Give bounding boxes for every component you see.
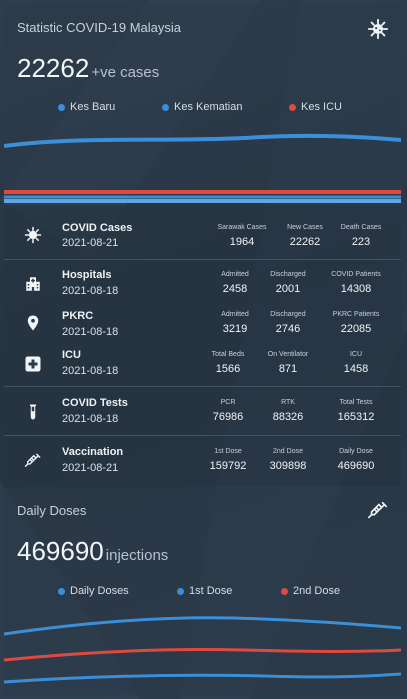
injections-unit: injections	[105, 547, 169, 564]
legend-label: Kes ICU	[301, 101, 342, 113]
legend-label: Kes Kematian	[174, 101, 243, 113]
series-2nd-dose-line	[4, 647, 401, 662]
cases-trend-chart	[4, 133, 401, 203]
location-pin-icon	[27, 315, 39, 331]
stat-label: Total Tests	[339, 399, 373, 406]
stat-label: Daily Dose	[339, 448, 373, 455]
legend-dot	[289, 103, 296, 111]
covid-summary-card: Statistic COVID-19 Malaysia 22262 +ve cas…	[4, 4, 401, 203]
hospital-icon	[26, 277, 40, 291]
legend-label: 2nd Dose	[293, 585, 341, 597]
row-date: 2021-08-18	[62, 413, 119, 425]
legend-item-kes-icu[interactable]: Kes ICU	[289, 101, 342, 113]
stat-value: 22085	[340, 323, 372, 335]
stat-row-covid-tests[interactable]: COVID Tests 2021-08-18 PCR 76986 RTK 88326…	[4, 387, 401, 436]
stat-label: On Ventilator	[267, 351, 309, 358]
stat-col: On Ventilator 871	[252, 351, 324, 375]
stat-label: ICU	[349, 351, 363, 358]
total-cases-value: 22262 +ve cases	[17, 53, 159, 84]
row-title: Vaccination	[62, 446, 124, 458]
stat-label: 2nd Dose	[273, 448, 303, 455]
card-title: Statistic COVID-19 Malaysia	[17, 20, 181, 35]
legend-item-1st-dose[interactable]: 1st Dose	[177, 585, 232, 597]
series-kes-baru-line	[4, 133, 401, 148]
stat-value: 2001	[275, 283, 301, 295]
legend-item-daily-doses[interactable]: Daily Doses	[58, 585, 129, 597]
stat-col: COVID Patients 14308	[320, 271, 392, 295]
row-title: Hospitals	[62, 269, 112, 281]
stat-col: Daily Dose 469690	[320, 448, 392, 472]
stat-col: ICU 1458	[320, 351, 392, 375]
stat-col: Discharged 2746	[252, 311, 324, 335]
legend-item-kes-baru[interactable]: Kes Baru	[58, 101, 115, 113]
stat-col: 2nd Dose 309898	[252, 448, 324, 472]
medical-cross-icon	[25, 356, 41, 372]
stat-value: 1964	[229, 236, 255, 248]
legend-dot	[281, 587, 288, 595]
syringe-icon[interactable]	[367, 500, 389, 522]
row-title: PKRC	[62, 310, 94, 322]
stat-row-vaccination[interactable]: Vaccination 2021-08-21 1st Dose 159792 2n…	[4, 436, 401, 486]
stat-col: PKRC Patients 22085	[320, 311, 392, 335]
injections-number: 469690	[17, 536, 104, 566]
series-daily-doses-line	[4, 616, 401, 636]
legend-dot	[58, 587, 65, 595]
statistics-list: COVID Cases 2021-08-21 Sarawak Cases 1964…	[4, 206, 401, 486]
stat-value: 14308	[340, 283, 372, 295]
stat-label: PKRC Patients	[332, 311, 380, 318]
total-injections-value: 469690 injections	[17, 536, 168, 567]
chart-baseline	[4, 199, 401, 203]
stat-col: Sarawak Cases 1964	[206, 224, 278, 248]
row-date: 2021-08-21	[62, 237, 119, 249]
stat-value: 2746	[275, 323, 301, 335]
stat-label: Sarawak Cases	[217, 224, 267, 231]
legend-dot	[58, 103, 65, 111]
row-date: 2021-08-21	[62, 462, 119, 474]
row-title: COVID Cases	[62, 222, 133, 234]
cases-unit: +ve cases	[91, 64, 160, 81]
stat-value: 88326	[272, 411, 304, 423]
stat-row-covid-cases[interactable]: COVID Cases 2021-08-21 Sarawak Cases 1964…	[4, 206, 401, 260]
stat-row-hospitals[interactable]: Hospitals 2021-08-18 Admitted 2458 Discha…	[4, 260, 401, 303]
stat-label: RTK	[281, 399, 295, 406]
legend-label: 1st Dose	[189, 585, 233, 597]
stat-value: 1458	[343, 363, 369, 375]
legend-item-2nd-dose[interactable]: 2nd Dose	[281, 585, 340, 597]
virus-icon	[367, 18, 389, 40]
row-title: ICU	[62, 349, 81, 361]
stat-label: Discharged	[270, 271, 306, 278]
stat-col: Death Cases 223	[325, 224, 397, 248]
row-title: COVID Tests	[62, 397, 128, 409]
stat-label: Discharged	[270, 311, 306, 318]
cases-number: 22262	[17, 53, 90, 83]
legend-dot	[162, 103, 169, 111]
stat-col: RTK 88326	[252, 399, 324, 423]
stat-col: Discharged 2001	[252, 271, 324, 295]
stat-row-icu[interactable]: ICU 2021-08-18 Total Beds 1566 On Ventila…	[4, 343, 401, 387]
stat-row-pkrc[interactable]: PKRC 2021-08-18 Admitted 3219 Discharged 2…	[4, 303, 401, 343]
row-date: 2021-08-18	[62, 326, 119, 338]
stat-label: Death Cases	[340, 224, 382, 231]
legend-dot	[177, 587, 184, 595]
daily-doses-card: Daily Doses 469690 injections Daily Doses…	[4, 488, 401, 695]
row-date: 2021-08-18	[62, 285, 119, 297]
virus-icon	[24, 226, 42, 244]
row-date: 2021-08-18	[62, 365, 119, 377]
stat-value: 223	[351, 236, 371, 248]
stat-value: 871	[278, 363, 298, 375]
syringe-icon	[24, 453, 41, 467]
legend-item-kes-kematian[interactable]: Kes Kematian	[162, 101, 242, 113]
legend-label: Kes Baru	[70, 101, 116, 113]
stat-value: 309898	[269, 460, 307, 472]
stat-value: 469690	[337, 460, 375, 472]
stat-label: COVID Patients	[331, 271, 381, 278]
stat-value: 165312	[337, 411, 375, 423]
series-1st-dose-line	[4, 672, 401, 684]
stat-col: Total Tests 165312	[320, 399, 392, 423]
card-title: Daily Doses	[17, 503, 87, 518]
doses-trend-chart	[4, 616, 401, 684]
test-tube-icon	[30, 404, 36, 420]
legend-label: Daily Doses	[70, 585, 129, 597]
